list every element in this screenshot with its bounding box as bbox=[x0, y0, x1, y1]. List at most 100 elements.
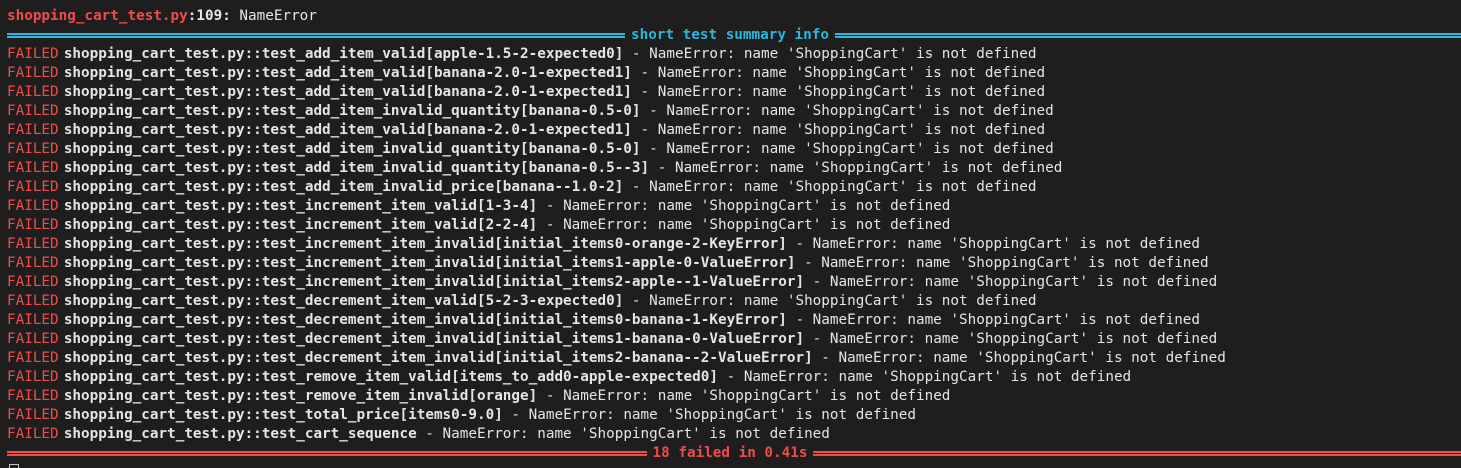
failure-row: FAILED shopping_cart_test.py:: test_increm… bbox=[7, 216, 1461, 235]
failure-test-name: test_remove_item_invalid[orange] bbox=[261, 388, 538, 404]
failure-message: - NameError: name 'ShoppingCart' is not … bbox=[649, 160, 1063, 176]
failure-test-name: test_increment_item_valid[1-3-4] bbox=[261, 198, 538, 214]
failure-test-name: test_add_item_valid[banana-2.0-1-expecte… bbox=[261, 65, 632, 81]
failure-row: FAILED shopping_cart_test.py:: test_increm… bbox=[7, 235, 1461, 254]
failure-message: - NameError: name 'ShoppingCart' is not … bbox=[502, 407, 916, 423]
failure-path: shopping_cart_test.py:: bbox=[63, 236, 262, 252]
failure-test-name: test_cart_sequence bbox=[261, 426, 417, 442]
failure-message: - NameError: name 'ShoppingCart' is not … bbox=[786, 312, 1201, 328]
failure-status: FAILED bbox=[7, 179, 59, 195]
failure-status: FAILED bbox=[7, 198, 59, 214]
failure-row: FAILED shopping_cart_test.py:: test_decrem… bbox=[7, 292, 1461, 311]
failure-path: shopping_cart_test.py:: bbox=[63, 426, 262, 442]
failure-test-name: test_add_item_invalid_quantity[banana-0.… bbox=[261, 103, 641, 119]
failure-path: shopping_cart_test.py:: bbox=[63, 122, 262, 138]
failure-row: FAILED shopping_cart_test.py:: test_cart_s… bbox=[7, 425, 1461, 444]
failure-status: FAILED bbox=[7, 217, 59, 233]
failure-test-name: test_add_item_invalid_quantity[banana-0.… bbox=[261, 141, 641, 157]
failure-row: FAILED shopping_cart_test.py:: test_decrem… bbox=[7, 349, 1461, 368]
failure-message: - NameError: name 'ShoppingCart' is not … bbox=[640, 103, 1054, 119]
failure-message: - NameError: name 'ShoppingCart' is not … bbox=[416, 426, 830, 442]
failure-message: - NameError: name 'ShoppingCart' is not … bbox=[623, 46, 1037, 62]
failure-status: FAILED bbox=[7, 84, 59, 100]
failure-test-name: test_remove_item_valid[items_to_add0-app… bbox=[261, 369, 718, 385]
summary-separator: short test summary info bbox=[7, 26, 1461, 45]
failure-path: shopping_cart_test.py:: bbox=[63, 255, 262, 271]
failure-message: - NameError: name 'ShoppingCart' is not … bbox=[631, 122, 1046, 138]
failure-message: - NameError: name 'ShoppingCart' is not … bbox=[640, 141, 1054, 157]
failure-path: shopping_cart_test.py:: bbox=[63, 46, 262, 62]
separator-left bbox=[7, 33, 626, 38]
failure-message: - NameError: name 'ShoppingCart' is not … bbox=[804, 274, 1218, 290]
error-location-line: shopping_cart_test.py:109: NameError bbox=[7, 7, 1461, 26]
failure-status: FAILED bbox=[7, 312, 59, 328]
failure-message: - NameError: name 'ShoppingCart' is not … bbox=[537, 388, 951, 404]
separator-right bbox=[835, 33, 1461, 38]
failure-path: shopping_cart_test.py:: bbox=[63, 160, 262, 176]
failure-test-name: test_decrement_item_invalid[initial_item… bbox=[261, 331, 805, 347]
failure-row: FAILED shopping_cart_test.py:: test_increm… bbox=[7, 273, 1461, 292]
failure-status: FAILED bbox=[7, 350, 59, 366]
failure-status: FAILED bbox=[7, 236, 59, 252]
failure-row: FAILED shopping_cart_test.py:: test_add_it… bbox=[7, 159, 1461, 178]
failure-path: shopping_cart_test.py:: bbox=[63, 198, 262, 214]
error-type: NameError bbox=[230, 8, 317, 24]
failure-status: FAILED bbox=[7, 293, 59, 309]
failure-row: FAILED shopping_cart_test.py:: test_add_it… bbox=[7, 178, 1461, 197]
failure-message: - NameError: name 'ShoppingCart' is not … bbox=[623, 293, 1037, 309]
failure-test-name: test_increment_item_invalid[initial_item… bbox=[261, 255, 796, 271]
failure-row: FAILED shopping_cart_test.py:: test_remove… bbox=[7, 368, 1461, 387]
failure-message: - NameError: name 'ShoppingCart' is not … bbox=[631, 65, 1046, 81]
failure-row: FAILED shopping_cart_test.py:: test_total_… bbox=[7, 406, 1461, 425]
failure-path: shopping_cart_test.py:: bbox=[63, 369, 262, 385]
terminal-output: shopping_cart_test.py:109: NameError sho… bbox=[7, 7, 1461, 468]
failure-row: FAILED shopping_cart_test.py:: test_increm… bbox=[7, 197, 1461, 216]
failure-status: FAILED bbox=[7, 274, 59, 290]
failure-message: - NameError: name 'ShoppingCart' is not … bbox=[718, 369, 1132, 385]
failure-status: FAILED bbox=[7, 255, 59, 271]
failure-status: FAILED bbox=[7, 331, 59, 347]
error-line-number: :109: bbox=[187, 8, 231, 24]
failure-path: shopping_cart_test.py:: bbox=[63, 388, 262, 404]
failure-path: shopping_cart_test.py:: bbox=[63, 407, 262, 423]
separator-right bbox=[813, 451, 1461, 456]
failure-test-name: test_increment_item_valid[2-2-4] bbox=[261, 217, 538, 233]
failure-message: - NameError: name 'ShoppingCart' is not … bbox=[786, 236, 1201, 252]
failure-path: shopping_cart_test.py:: bbox=[63, 84, 262, 100]
failure-message: - NameError: name 'ShoppingCart' is not … bbox=[804, 331, 1218, 347]
failure-status: FAILED bbox=[7, 122, 59, 138]
summary-title: short test summary info bbox=[631, 27, 829, 43]
failure-message: - NameError: name 'ShoppingCart' is not … bbox=[812, 350, 1226, 366]
failure-message: - NameError: name 'ShoppingCart' is not … bbox=[631, 84, 1046, 100]
shell-prompt[interactable] bbox=[7, 463, 1461, 468]
failure-path: shopping_cart_test.py:: bbox=[63, 350, 262, 366]
separator-left bbox=[7, 451, 647, 456]
failure-status: FAILED bbox=[7, 369, 59, 385]
failure-row: FAILED shopping_cart_test.py:: test_add_it… bbox=[7, 64, 1461, 83]
failure-status: FAILED bbox=[7, 160, 59, 176]
failure-row: FAILED shopping_cart_test.py:: test_remove… bbox=[7, 387, 1461, 406]
failure-path: shopping_cart_test.py:: bbox=[63, 217, 262, 233]
failure-test-name: test_add_item_valid[banana-2.0-1-expecte… bbox=[261, 122, 632, 138]
failure-row: FAILED shopping_cart_test.py:: test_decrem… bbox=[7, 311, 1461, 330]
failure-path: shopping_cart_test.py:: bbox=[63, 65, 262, 81]
failure-status: FAILED bbox=[7, 407, 59, 423]
failure-path: shopping_cart_test.py:: bbox=[63, 103, 262, 119]
failure-message: - NameError: name 'ShoppingCart' is not … bbox=[537, 217, 951, 233]
failure-path: shopping_cart_test.py:: bbox=[63, 331, 262, 347]
failure-status: FAILED bbox=[7, 388, 59, 404]
error-file: shopping_cart_test.py bbox=[7, 8, 188, 24]
failure-row: FAILED shopping_cart_test.py:: test_increm… bbox=[7, 254, 1461, 273]
result-separator: 18 failed in 0.41s bbox=[7, 444, 1461, 463]
failure-message: - NameError: name 'ShoppingCart' is not … bbox=[795, 255, 1209, 271]
failure-path: shopping_cart_test.py:: bbox=[63, 312, 262, 328]
failure-row: FAILED shopping_cart_test.py:: test_add_it… bbox=[7, 102, 1461, 121]
failure-message: - NameError: name 'ShoppingCart' is not … bbox=[623, 179, 1037, 195]
cursor bbox=[9, 463, 19, 468]
failure-test-name: test_add_item_valid[apple-1.5-2-expected… bbox=[261, 46, 624, 62]
failure-status: FAILED bbox=[7, 46, 59, 62]
failure-test-name: test_decrement_item_invalid[initial_item… bbox=[261, 350, 813, 366]
failure-test-name: test_add_item_invalid_quantity[banana-0.… bbox=[261, 160, 650, 176]
failure-row: FAILED shopping_cart_test.py:: test_decrem… bbox=[7, 330, 1461, 349]
failure-message: - NameError: name 'ShoppingCart' is not … bbox=[537, 198, 951, 214]
